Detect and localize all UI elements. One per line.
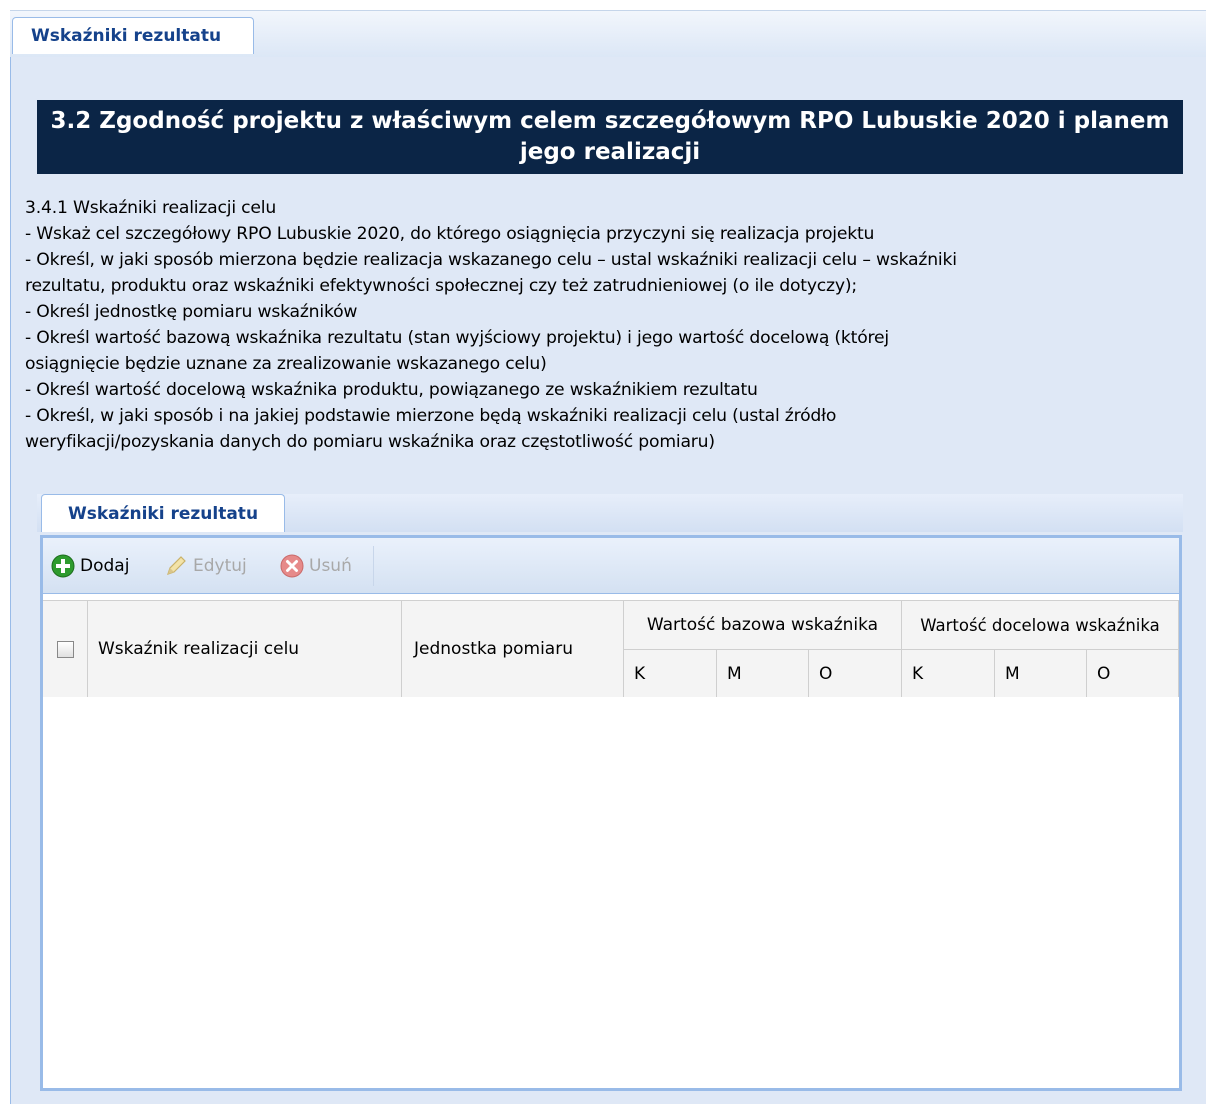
select-all-checkbox[interactable] bbox=[56, 640, 74, 658]
description-line: 3.4.1 Wskaźniki realizacji celu bbox=[25, 198, 277, 218]
grid-toolbar: Dodaj Edytuj Usuń bbox=[43, 538, 1179, 594]
col-header-target-o[interactable]: O bbox=[1087, 649, 1179, 697]
indicators-grid-panel: Dodaj Edytuj Usuń Wskaźnik realizacji ce… bbox=[40, 535, 1182, 1091]
description-line: osiągnięcie będzie uznane za zrealizowan… bbox=[25, 354, 547, 374]
description-line: - Określ wartość docelową wskaźnika prod… bbox=[25, 380, 758, 400]
add-button-label: Dodaj bbox=[80, 556, 130, 576]
col-header-target-m[interactable]: M bbox=[995, 649, 1087, 697]
col-group-target-value: Wartość docelowa wskaźnika bbox=[902, 601, 1179, 649]
delete-button[interactable]: Usuń bbox=[280, 552, 352, 580]
delete-icon bbox=[280, 554, 304, 578]
add-icon bbox=[51, 554, 75, 578]
description-line: - Określ, w jaki sposób mierzona będzie … bbox=[25, 250, 957, 270]
description-line: - Określ wartość bazową wskaźnika rezult… bbox=[25, 328, 889, 348]
description-line: - Wskaż cel szczegółowy RPO Lubuskie 202… bbox=[25, 224, 875, 244]
pencil-icon bbox=[167, 556, 186, 575]
col-header-target-k[interactable]: K bbox=[902, 649, 995, 697]
edit-button-label: Edytuj bbox=[193, 556, 247, 576]
description-line: - Określ, w jaki sposób i na jakiej pods… bbox=[25, 406, 837, 426]
description-line: rezultatu, produktu oraz wskaźniki efekt… bbox=[25, 276, 857, 296]
col-group-base-value: Wartość bazowa wskaźnika bbox=[624, 601, 902, 649]
delete-button-label: Usuń bbox=[309, 556, 352, 576]
tab-inner-wskazniki-rezultatu[interactable]: Wskaźniki rezultatu bbox=[41, 494, 285, 532]
section-title: 3.2 Zgodność projektu z właściwym celem … bbox=[37, 100, 1183, 174]
col-header-unit[interactable]: Jednostka pomiaru bbox=[402, 601, 624, 697]
col-header-base-k[interactable]: K bbox=[624, 649, 717, 697]
select-all-cell bbox=[43, 601, 88, 697]
grid-header: Wskaźnik realizacji celu Jednostka pomia… bbox=[43, 600, 1179, 698]
main-panel: 3.2 Zgodność projektu z właściwym celem … bbox=[10, 57, 1206, 1104]
add-button[interactable]: Dodaj bbox=[51, 552, 129, 580]
section-description: 3.4.1 Wskaźniki realizacji celu - Wskaż … bbox=[25, 195, 1185, 455]
col-header-indicator[interactable]: Wskaźnik realizacji celu bbox=[88, 601, 402, 697]
grid-body bbox=[43, 697, 1179, 1088]
outer-tab-strip: Wskaźniki rezultatu bbox=[10, 10, 1206, 59]
inner-tab-strip: Wskaźniki rezultatu bbox=[37, 494, 1183, 532]
section-title-line2: jego realizacji bbox=[519, 139, 701, 165]
toolbar-separator bbox=[373, 546, 374, 586]
description-line: - Określ jednostkę pomiaru wskaźników bbox=[25, 302, 358, 322]
tab-wskazniki-rezultatu[interactable]: Wskaźniki rezultatu bbox=[12, 17, 254, 54]
col-header-base-o[interactable]: O bbox=[809, 649, 902, 697]
edit-button[interactable]: Edytuj bbox=[164, 552, 247, 580]
col-header-base-m[interactable]: M bbox=[717, 649, 809, 697]
section-title-line1: 3.2 Zgodność projektu z właściwym celem … bbox=[50, 108, 1170, 134]
description-line: weryfikacji/pozyskania danych do pomiaru… bbox=[25, 432, 715, 452]
